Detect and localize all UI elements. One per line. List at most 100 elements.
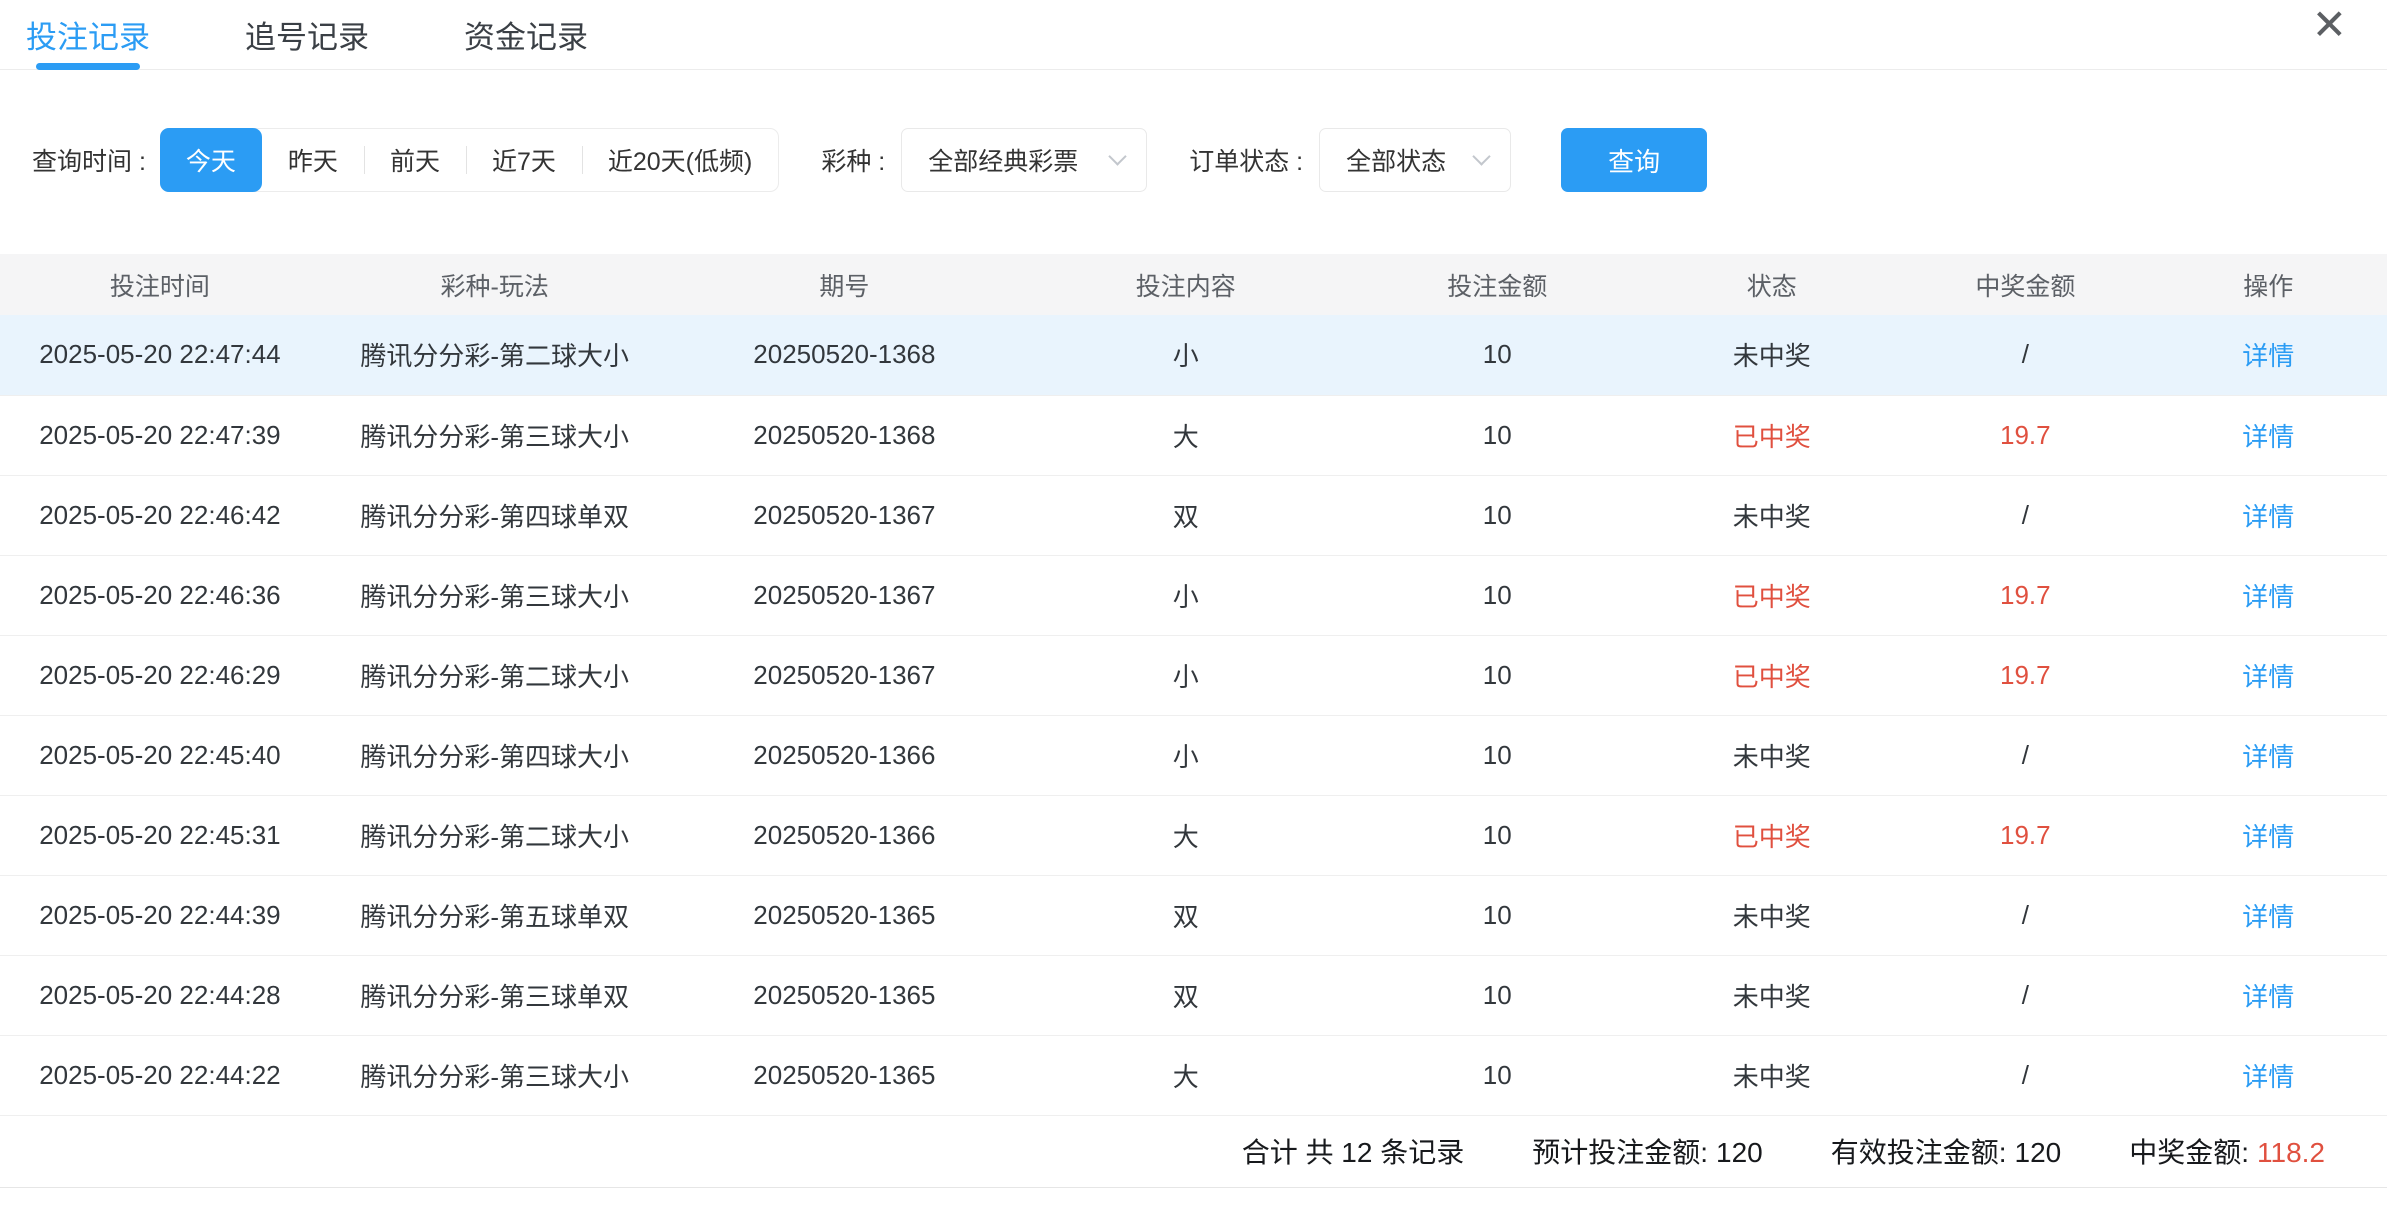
cell-bet-amount: 10 [1352,795,1642,875]
cell-bet-content: 大 [1019,395,1352,475]
time-option-last7days[interactable]: 近7天 [466,129,582,191]
cell-prize: / [1901,315,2149,395]
cell-action: 详情 [2149,795,2387,875]
cell-action: 详情 [2149,955,2387,1035]
summary-expected-value: 120 [1716,1137,1763,1168]
cell-bet-time: 2025-05-20 22:44:39 [0,875,320,955]
cell-bet-amount: 10 [1352,955,1642,1035]
cell-prize: / [1901,955,2149,1035]
detail-link[interactable]: 详情 [2242,1062,2294,1092]
active-tab-indicator [36,63,140,70]
cell-bet-time: 2025-05-20 22:46:29 [0,635,320,715]
detail-link[interactable]: 详情 [2242,822,2294,852]
filter-bar: 查询时间 : 今天 昨天 前天 近7天 近20天(低频) 彩种 : 全部经典彩票… [32,128,2387,192]
header-game-play: 彩种-玩法 [320,254,670,315]
cell-bet-content: 小 [1019,635,1352,715]
cell-bet-content: 小 [1019,555,1352,635]
cell-action: 详情 [2149,395,2387,475]
cell-game-play: 腾讯分分彩-第二球大小 [320,795,670,875]
order-status-select[interactable]: 全部状态 [1319,128,1511,192]
cell-bet-time: 2025-05-20 22:44:22 [0,1035,320,1115]
cell-issue: 20250520-1365 [670,955,1020,1035]
table-row: 2025-05-20 22:46:42 腾讯分分彩-第四球单双 20250520… [0,475,2387,555]
table-row: 2025-05-20 22:44:39 腾讯分分彩-第五球单双 20250520… [0,875,2387,955]
cell-status: 已中奖 [1642,635,1901,715]
table-row: 2025-05-20 22:44:28 腾讯分分彩-第三球单双 20250520… [0,955,2387,1035]
cell-bet-amount: 10 [1352,715,1642,795]
close-icon[interactable]: ✕ [2312,4,2347,46]
detail-link[interactable]: 详情 [2242,502,2294,532]
cell-bet-content: 双 [1019,875,1352,955]
cell-prize: 19.7 [1901,395,2149,475]
time-option-yesterday[interactable]: 昨天 [262,129,364,191]
cell-bet-amount: 10 [1352,555,1642,635]
cell-bet-time: 2025-05-20 22:44:28 [0,955,320,1035]
cell-action: 详情 [2149,475,2387,555]
cell-status: 已中奖 [1642,395,1901,475]
cell-bet-amount: 10 [1352,395,1642,475]
header-bet-content: 投注内容 [1019,254,1352,315]
detail-link[interactable]: 详情 [2242,422,2294,452]
header-issue: 期号 [670,254,1020,315]
cell-status: 已中奖 [1642,795,1901,875]
detail-link[interactable]: 详情 [2242,662,2294,692]
cell-prize: / [1901,475,2149,555]
cell-action: 详情 [2149,1035,2387,1115]
cell-issue: 20250520-1366 [670,795,1020,875]
cell-game-play: 腾讯分分彩-第二球大小 [320,315,670,395]
summary-total: 合计 共 12 条记录 [1242,1131,1464,1171]
table-row: 2025-05-20 22:47:39 腾讯分分彩-第三球大小 20250520… [0,395,2387,475]
cell-issue: 20250520-1368 [670,395,1020,475]
detail-link[interactable]: 详情 [2242,982,2294,1012]
query-time-label: 查询时间 : [32,142,146,178]
detail-link[interactable]: 详情 [2242,742,2294,772]
cell-status: 未中奖 [1642,715,1901,795]
cell-bet-content: 大 [1019,1035,1352,1115]
header-action: 操作 [2149,254,2387,315]
tab-fund-records[interactable]: 资金记录 [464,0,588,69]
time-option-day-before[interactable]: 前天 [364,129,466,191]
detail-link[interactable]: 详情 [2242,582,2294,612]
summary-valid: 有效投注金额:120 [1831,1131,2062,1171]
tab-chase-records[interactable]: 追号记录 [245,0,369,69]
cell-status: 未中奖 [1642,315,1901,395]
time-option-today[interactable]: 今天 [160,128,262,192]
cell-action: 详情 [2149,635,2387,715]
cell-game-play: 腾讯分分彩-第五球单双 [320,875,670,955]
header-prize: 中奖金额 [1901,254,2149,315]
detail-link[interactable]: 详情 [2242,902,2294,932]
time-range-group: 今天 昨天 前天 近7天 近20天(低频) [160,128,779,192]
cell-bet-time: 2025-05-20 22:45:40 [0,715,320,795]
cell-issue: 20250520-1365 [670,1035,1020,1115]
cell-game-play: 腾讯分分彩-第四球大小 [320,715,670,795]
cell-action: 详情 [2149,555,2387,635]
summary-bar: 合计 共 12 条记录 预计投注金额:120 有效投注金额:120 中奖金额:1… [0,1116,2387,1188]
cell-prize: 19.7 [1901,635,2149,715]
detail-link[interactable]: 详情 [2242,341,2294,371]
time-option-last20days[interactable]: 近20天(低频) [582,129,778,191]
lottery-type-select[interactable]: 全部经典彩票 [901,128,1147,192]
tab-label: 资金记录 [464,12,588,57]
tab-label: 追号记录 [245,12,369,57]
lottery-type-value: 全部经典彩票 [928,142,1078,178]
cell-action: 详情 [2149,715,2387,795]
cell-action: 详情 [2149,875,2387,955]
cell-bet-time: 2025-05-20 22:47:39 [0,395,320,475]
cell-issue: 20250520-1365 [670,875,1020,955]
query-button[interactable]: 查询 [1561,128,1707,192]
cell-bet-content: 双 [1019,955,1352,1035]
header-bet-time: 投注时间 [0,254,320,315]
chevron-down-icon [1472,147,1490,165]
cell-game-play: 腾讯分分彩-第三球大小 [320,555,670,635]
table-row: 2025-05-20 22:46:36 腾讯分分彩-第三球大小 20250520… [0,555,2387,635]
tab-bet-records[interactable]: 投注记录 [26,0,150,69]
cell-bet-amount: 10 [1352,875,1642,955]
order-status-value: 全部状态 [1346,142,1446,178]
summary-valid-value: 120 [2015,1137,2062,1168]
tab-bar: 投注记录 追号记录 资金记录 ✕ [0,0,2387,70]
summary-expected: 预计投注金额:120 [1532,1131,1763,1171]
cell-prize: 19.7 [1901,555,2149,635]
table-row: 2025-05-20 22:44:22 腾讯分分彩-第三球大小 20250520… [0,1035,2387,1115]
cell-bet-content: 小 [1019,315,1352,395]
cell-status: 未中奖 [1642,1035,1901,1115]
